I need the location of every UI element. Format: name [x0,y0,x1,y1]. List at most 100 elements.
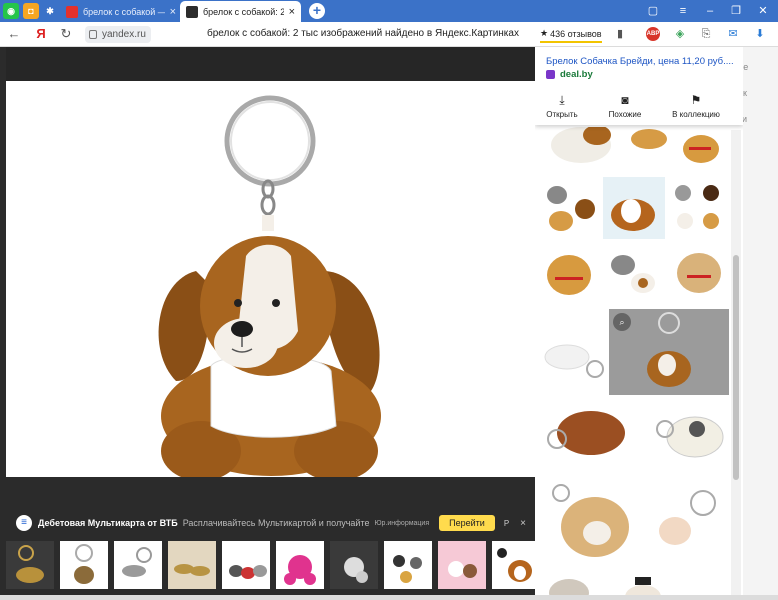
grid-image[interactable] [539,243,601,305]
reload-icon[interactable]: ↻ [58,26,74,42]
ad-close-icon[interactable]: × [520,518,526,529]
thumbnail-strip [6,541,540,589]
thumbnail[interactable] [492,541,540,589]
back-icon[interactable]: ← [6,26,22,42]
cartoon-dogs-keychain-thumb [393,555,422,583]
page-right-edge [743,47,778,600]
gold-dog-keychain-thumb [16,545,44,583]
extension-icon[interactable]: ◈ [672,26,688,42]
ad-label: Р [503,518,510,528]
grid-image[interactable] [603,177,665,239]
vtb-logo-icon: ≡ [16,515,32,531]
star-icon: ★ [540,28,549,38]
grid-image[interactable] [539,127,621,173]
grid-image[interactable] [675,127,727,173]
similar-button[interactable]: ◙ Похожие [595,93,655,119]
site-favicon-icon [546,70,555,79]
whatsapp-icon[interactable]: ◉ [3,3,19,19]
address-bar: ← Я ↻ yandex.ru брелок с собакой: 2 тыс … [0,22,778,47]
thumbnail[interactable] [6,541,54,589]
plush-puppy-keychain-thumb [552,484,629,557]
beagle-toy-thumb [611,199,655,231]
zoom-icon[interactable]: ⌕ [613,313,631,331]
grid-image[interactable] [539,475,637,567]
source-title-link[interactable]: Брелок Собачка Брейди, цена 11,20 руб...… [546,56,736,67]
white-dog-keychain-thumb [656,416,724,458]
download-manager-icon[interactable]: ⬇ [752,26,768,42]
grid-image[interactable] [625,127,671,173]
open-button[interactable]: ⤓ Открыть [535,93,592,119]
mail-icon[interactable]: ✉ [725,26,741,42]
panel-scrollbar-thumb[interactable] [733,255,739,480]
add-to-collection-button[interactable]: ⚑ В коллекцию [666,93,726,119]
lock-icon [89,30,97,39]
reviews-badge[interactable]: ★ 436 отзывов [540,26,602,43]
tab-close-icon[interactable]: × [170,6,176,18]
image-viewer: ≡ Дебетовая Мультикарта от ВТБ Расплачив… [6,47,540,600]
bookmark-flag-icon[interactable]: ▮ [612,26,628,42]
brown-bulldog-keychain-thumb [547,411,625,455]
grid-image[interactable] [603,243,665,305]
tab-label: брелок с собакой: 2 тыс [203,6,284,17]
teddy-keychain-thumb [659,490,716,545]
husky-puppies-thumb [547,186,595,231]
gold-dogs-keychain-thumb [174,564,210,576]
dog-keychain-image [158,95,381,477]
similar-images-panel: Брелок Собачка Брейди, цена 11,20 руб...… [535,47,743,600]
grid-image[interactable] [669,243,729,305]
grid-image[interactable] [539,309,607,395]
grid-image[interactable] [641,475,729,567]
silver-dog-keychain-thumb [122,547,152,577]
bronze-dog-keychain-thumb [74,544,94,584]
ad-title[interactable]: Дебетовая Мультикарта от ВТБ [38,518,178,528]
url-field[interactable]: yandex.ru [85,26,151,43]
tabs-menu-icon[interactable]: ▢ [645,3,661,19]
menu-icon[interactable]: ≡ [675,3,691,19]
thumbnail[interactable] [168,541,216,589]
main-image[interactable] [6,81,535,477]
camera-icon: ◙ [621,93,629,107]
thumbnail[interactable] [330,541,378,589]
grid-image-selected[interactable]: ⌕ [609,309,729,395]
thumbnail[interactable] [222,541,270,589]
thumbnail[interactable] [438,541,486,589]
tab-search-results[interactable]: брелок с собакой — Янд × [60,1,182,22]
bookmark-icon: ⚑ [690,93,702,107]
grid-image[interactable] [669,177,729,239]
thumbnail[interactable] [60,541,108,589]
download-icon: ⤓ [559,93,565,107]
source-site[interactable]: deal.by [546,69,593,80]
white-puppy-thumb [551,127,611,163]
silver-poodle-keychain-thumb [344,557,368,583]
thumbnail[interactable] [276,541,324,589]
tan-puppy-thumb [683,135,719,163]
translate-icon[interactable]: ⎘ [698,26,714,42]
adblock-icon[interactable]: ABP [646,27,660,41]
grid-image[interactable] [539,177,601,239]
window-close-icon[interactable]: ✕ [755,3,771,19]
new-tab-button[interactable]: + [309,3,325,19]
collection-label: В коллекцию [672,110,720,119]
ad-go-button[interactable]: Перейти [439,515,495,531]
yandex-logo-icon[interactable]: Я [33,26,49,42]
thumbnail[interactable] [114,541,162,589]
tab-close-icon[interactable]: × [289,6,295,18]
ad-legal-info[interactable]: Юр.информация [374,520,429,527]
pink-dogs-keychain-thumb [448,561,477,578]
url-text: yandex.ru [102,29,146,40]
grid-image[interactable] [637,399,729,471]
viewer-bottom-dock: ≡ Дебетовая Мультикарта от ВТБ Расплачив… [6,477,540,600]
yandex-favicon-icon [66,5,78,18]
tab-label: брелок с собакой — Янд [83,6,165,17]
minimize-icon[interactable]: – [702,3,718,19]
tab-images[interactable]: брелок с собакой: 2 тыс × [180,1,301,22]
grid-image[interactable] [539,399,633,471]
thumbnail[interactable] [384,541,432,589]
ad-text: Расплачивайтесь Мультикартой и получайте… [182,518,370,528]
ad-banner[interactable]: ≡ Дебетовая Мультикарта от ВТБ Расплачив… [16,513,526,533]
browser-window: ◉ ◘ ✱ брелок с собакой — Янд × брелок с … [0,0,778,600]
restore-icon[interactable]: ❐ [728,3,744,19]
viewer-top-bar [6,47,535,81]
accessibility-icon[interactable]: ✱ [42,3,58,19]
pinned-tab-icon[interactable]: ◘ [23,3,39,19]
